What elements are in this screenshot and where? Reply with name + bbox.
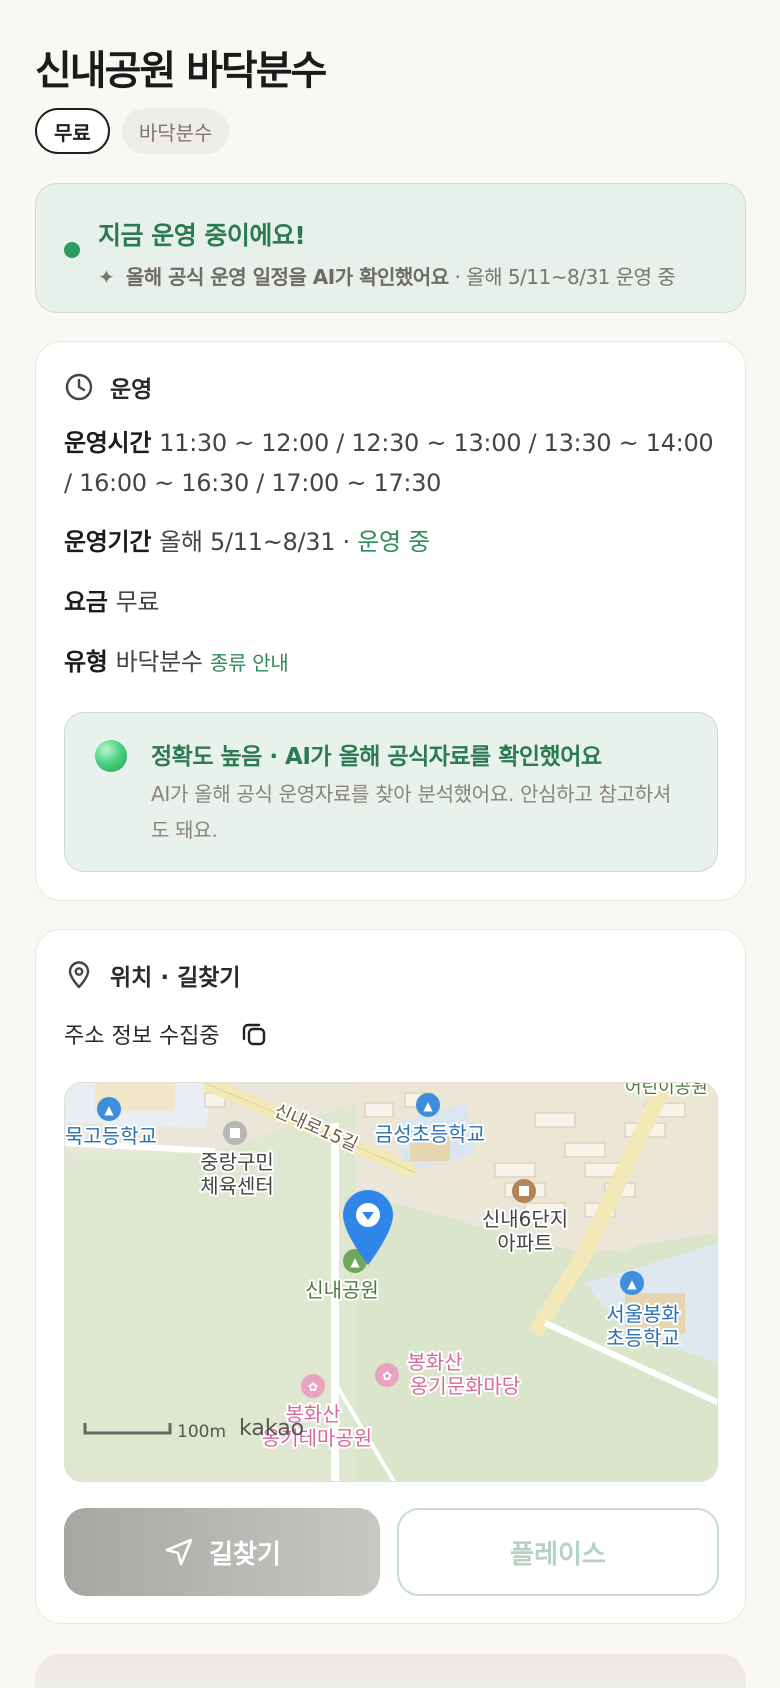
location-heading-label: 위치 · 길찾기: [110, 965, 241, 991]
route-button-label: 길찾기: [209, 1539, 281, 1570]
hours-value: 11:30 ~ 12:00 / 12:30 ~ 13:00 / 13:30 ~ …: [64, 429, 714, 497]
type-guide-link[interactable]: 종류 안내: [210, 651, 289, 675]
map-scale: 100m: [177, 1422, 226, 1442]
status-title: 지금 운영 중이에요!: [98, 221, 306, 250]
period-value: 올해 5/11~8/31 ·: [159, 528, 358, 556]
map-label-gym-2: 체육센터: [200, 1174, 274, 1198]
operation-heading-label: 운영: [110, 377, 153, 403]
map-brand: kakao: [239, 1416, 304, 1441]
svg-text:▲: ▲: [104, 1103, 114, 1117]
hours-row: 운영시간 11:30 ~ 12:00 / 12:30 ~ 13:00 / 13:3…: [64, 423, 724, 503]
map-label-park: 신내공원: [305, 1278, 379, 1302]
svg-text:✿: ✿: [382, 1369, 392, 1383]
accuracy-title: 정확도 높음 · AI가 올해 공식자료를 확인했어요: [151, 744, 602, 770]
route-button[interactable]: 길찾기: [64, 1508, 380, 1596]
chip-type[interactable]: 바닥분수: [121, 108, 230, 154]
navigation-arrow-icon: [165, 1538, 193, 1566]
svg-text:▲: ▲: [350, 1255, 360, 1269]
chip-free[interactable]: 무료: [35, 108, 110, 154]
location-card: 위치 · 길찾기 주소 정보 수집중 ▲ ▲ ▲ ✿ ✿ ▲ 묵고등학교 중랑구…: [35, 929, 746, 1624]
map-view[interactable]: ▲ ▲ ▲ ✿ ✿ ▲ 묵고등학교 중랑구민 체육센터 신내로15길 금성초등학…: [64, 1082, 718, 1482]
period-row: 운영기간 올해 5/11~8/31 · 운영 중: [64, 522, 430, 557]
status-ai-note: 올해 공식 운영 일정을 AI가 확인했어요: [125, 265, 449, 289]
svg-text:▲: ▲: [627, 1277, 637, 1291]
place-button-label: 플레이스: [510, 1539, 606, 1570]
page-title: 신내공원 바닥분수: [35, 48, 327, 94]
type-value: 바닥분수: [115, 648, 203, 676]
location-heading: 위치 · 길찾기: [64, 958, 241, 992]
fee-value: 무료: [115, 588, 160, 616]
status-dot: [64, 242, 80, 258]
map-label-apt-1: 신내6단지: [482, 1207, 568, 1231]
next-card: [35, 1654, 746, 1688]
place-button[interactable]: 플레이스: [397, 1508, 719, 1596]
sparkle-icon: ✦: [98, 265, 115, 289]
copy-icon[interactable]: [240, 1020, 268, 1048]
accuracy-orb-icon: [95, 740, 127, 772]
map-label-culture-1: 봉화산: [407, 1350, 462, 1374]
status-card: 지금 운영 중이에요! ✦ 올해 공식 운영 일정을 AI가 확인했어요 · 올…: [35, 183, 746, 313]
clock-icon: [65, 373, 93, 401]
map-label-school-top: 금성초등학교: [375, 1122, 485, 1146]
map-label-apt-2: 아파트: [497, 1231, 552, 1255]
map-label-culture-2: 옹기문화마당: [410, 1374, 520, 1398]
fee-row: 요금 무료: [64, 582, 159, 617]
accuracy-description: AI가 올해 공식 운영자료를 찾아 분석했어요. 안심하고 참고하셔도 돼요.: [151, 782, 671, 842]
map-label-school-right-2: 초등학교: [606, 1326, 680, 1350]
operation-heading: 운영: [64, 370, 152, 404]
map-label-school-left: 묵고등학교: [65, 1124, 157, 1148]
type-row: 유형 바닥분수 종류 안내: [64, 642, 289, 677]
period-status: 운영 중: [357, 528, 430, 556]
status-subtitle: ✦ 올해 공식 운영 일정을 AI가 확인했어요 · 올해 5/11~8/31 …: [98, 261, 676, 290]
status-period: · 올해 5/11~8/31 운영 중: [448, 265, 676, 289]
svg-text:✿: ✿: [308, 1380, 318, 1394]
accuracy-box: 정확도 높음 · AI가 올해 공식자료를 확인했어요 AI가 올해 공식 운영…: [64, 712, 718, 872]
fee-label: 요금: [64, 588, 108, 616]
map-label-gym-1: 중랑구민: [200, 1150, 274, 1174]
svg-text:▲: ▲: [423, 1099, 433, 1113]
tag-chips: 무료 바닥분수: [35, 108, 230, 154]
address-row: 주소 정보 수집중: [64, 1018, 268, 1050]
period-label: 운영기간: [64, 528, 152, 556]
address-text: 주소 정보 수집중: [64, 1024, 220, 1049]
operation-card: 운영 운영시간 11:30 ~ 12:00 / 12:30 ~ 13:00 / 1…: [35, 341, 746, 901]
map-label-top-right: 어린이공원: [625, 1083, 708, 1098]
hours-label: 운영시간: [64, 429, 152, 457]
map-label-school-right-1: 서울봉화: [606, 1302, 680, 1326]
type-label: 유형: [64, 648, 108, 676]
location-pin-icon: [68, 961, 90, 989]
